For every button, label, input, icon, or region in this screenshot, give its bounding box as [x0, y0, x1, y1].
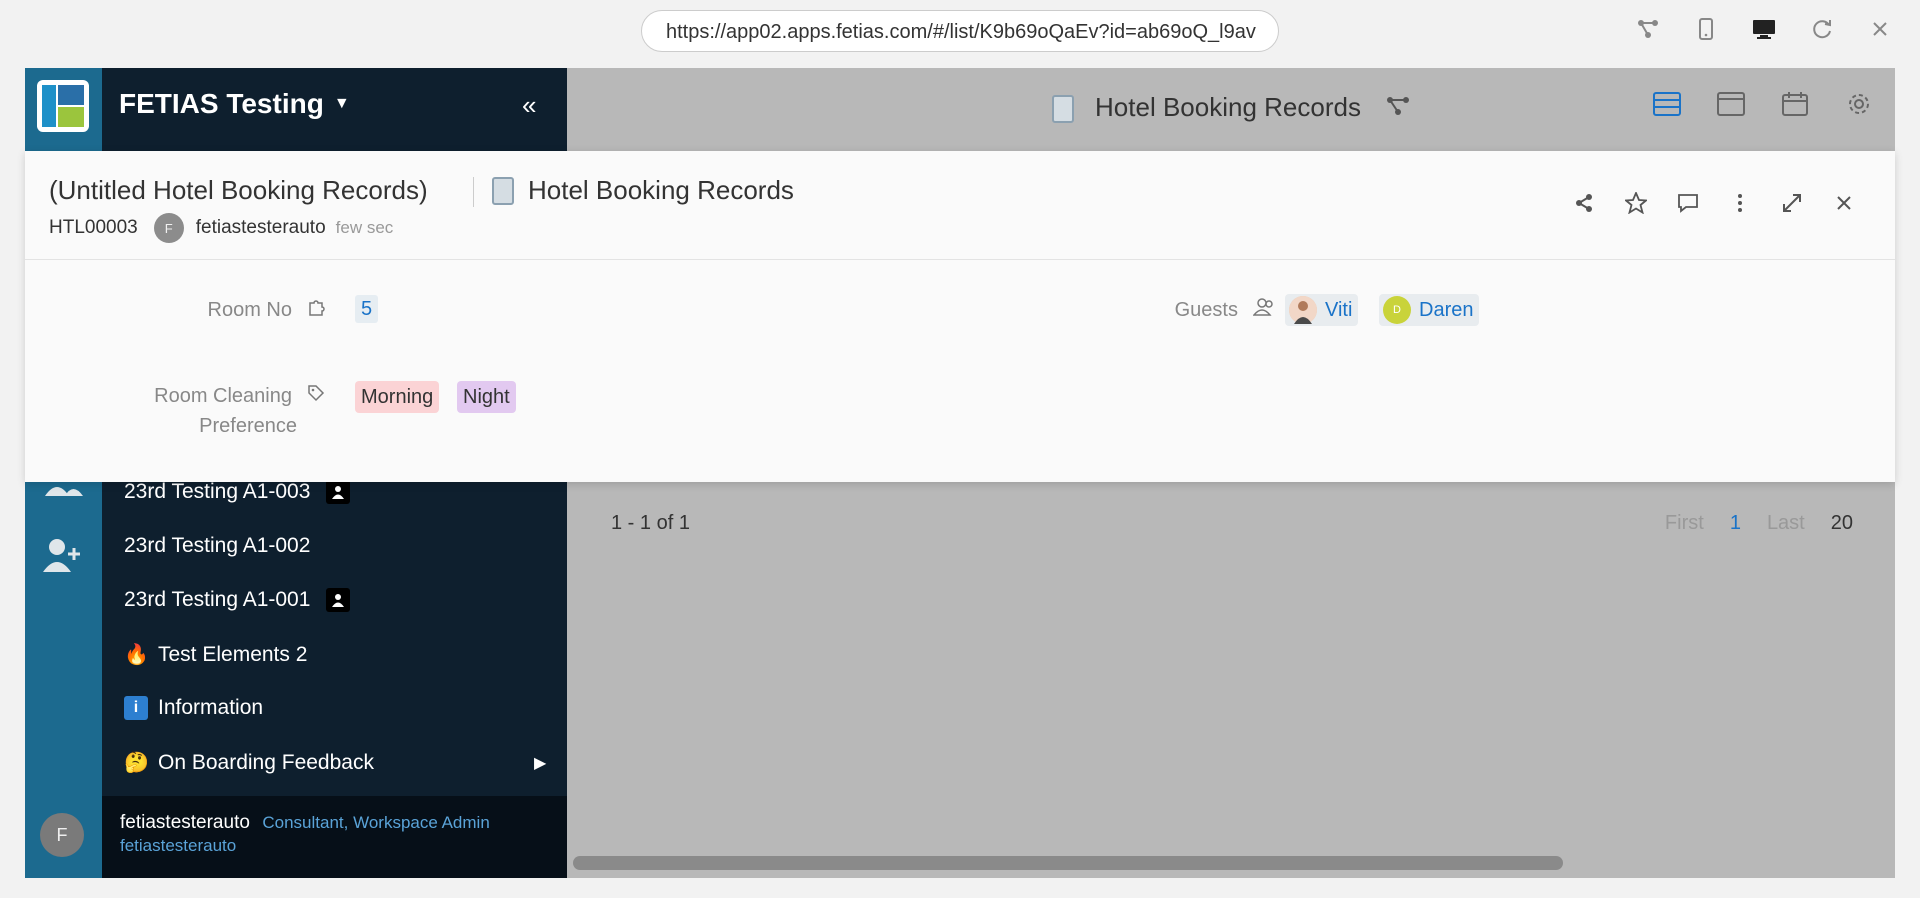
record-id: HTL00003: [49, 217, 138, 238]
guest-avatar: D: [1383, 296, 1411, 324]
guest-chip-daren[interactable]: D Daren: [1379, 294, 1480, 326]
user-role: Consultant, Workspace Admin: [262, 813, 490, 832]
sidebar-item-on-boarding-feedback[interactable]: 🤔 On Boarding Feedback ▶: [124, 750, 554, 775]
mobile-icon[interactable]: [1694, 14, 1718, 44]
desktop-icon[interactable]: [1752, 14, 1776, 44]
collapse-sidebar-icon[interactable]: «: [522, 90, 536, 121]
person-icon: [326, 480, 351, 504]
creator-name: fetiastesterauto: [195, 217, 326, 238]
user-username: fetiastesterauto: [120, 836, 237, 855]
pager-current-page[interactable]: 1: [1730, 512, 1741, 535]
record-modal: (Untitled Hotel Booking Records) Hotel B…: [25, 151, 1895, 482]
sidebar-item-information[interactable]: i Information: [124, 696, 263, 720]
guest-name: Daren: [1419, 298, 1474, 321]
pager-first[interactable]: First: [1665, 512, 1704, 535]
user-group-icon: [1248, 298, 1275, 320]
browser-toolbar: [1636, 14, 1892, 44]
fire-icon: 🔥: [124, 644, 149, 666]
sidebar-item-label: 23rd Testing A1-002: [124, 534, 311, 557]
chevron-down-icon: ▼: [333, 95, 350, 112]
cleaning-label-line2: Preference: [199, 415, 297, 437]
list-view-icon[interactable]: [1653, 92, 1681, 123]
main-header: Hotel Booking Records: [567, 68, 1895, 150]
settings-gear-icon[interactable]: [1845, 92, 1873, 123]
workspace-switcher[interactable]: FETIAS Testing ▼: [119, 88, 350, 120]
refresh-icon[interactable]: [1810, 14, 1834, 44]
puzzle-icon: [302, 300, 325, 320]
share-graph-icon[interactable]: [1636, 14, 1660, 44]
share-icon[interactable]: [1573, 191, 1595, 215]
tag-icon: [302, 385, 325, 406]
sidebar-item-test-elements-2[interactable]: 🔥 Test Elements 2: [124, 642, 307, 667]
guest-avatar-photo: [1289, 296, 1317, 324]
sidebar-item-23rd-testing-a1-002[interactable]: 23rd Testing A1-002: [124, 534, 310, 558]
person-icon: [326, 588, 351, 612]
room-no-value[interactable]: 5: [355, 295, 379, 323]
guest-chip-viti[interactable]: Viti: [1285, 294, 1359, 326]
document-icon: [492, 176, 514, 205]
user-avatar[interactable]: F: [40, 813, 84, 857]
cleaning-label-line1: Room Cleaning: [154, 385, 292, 407]
add-user-icon[interactable]: [43, 538, 83, 580]
sidebar-item-label: 23rd Testing A1-003: [124, 480, 311, 503]
pager-summary: 1 - 1 of 1: [611, 512, 690, 534]
option-chip-night[interactable]: Night: [457, 381, 516, 413]
guest-name: Viti: [1325, 298, 1353, 321]
workflow-icon[interactable]: [1386, 96, 1410, 122]
more-vertical-icon[interactable]: [1729, 191, 1751, 215]
page-title-text: Hotel Booking Records: [1095, 92, 1361, 122]
thinking-face-icon: 🤔: [124, 752, 149, 774]
card-view-icon[interactable]: [1717, 92, 1745, 123]
record-table-name[interactable]: Hotel Booking Records: [492, 175, 794, 206]
title-divider: [473, 177, 474, 207]
view-switcher: [1653, 92, 1873, 123]
room-no-label: Room No: [125, 295, 325, 325]
record-actions: [1573, 191, 1855, 215]
sidebar-item-23rd-testing-a1-001[interactable]: 23rd Testing A1-001: [124, 588, 351, 612]
record-title: (Untitled Hotel Booking Records): [49, 175, 428, 205]
table-name-text: Hotel Booking Records: [528, 175, 794, 205]
guests-label: Guests: [1045, 295, 1275, 325]
workspace-name: FETIAS Testing: [119, 88, 324, 119]
close-icon[interactable]: [1833, 191, 1855, 215]
app-logo[interactable]: [37, 80, 89, 132]
guests-label-text: Guests: [1174, 299, 1238, 321]
star-icon[interactable]: [1625, 191, 1647, 215]
record-header: (Untitled Hotel Booking Records) Hotel B…: [25, 151, 1895, 260]
page-size-select[interactable]: 20: [1831, 512, 1853, 535]
record-meta: HTL00003 F fetiastesterauto few sec: [49, 213, 393, 243]
user-footer[interactable]: fetiastesterauto Consultant, Workspace A…: [102, 796, 567, 878]
sidebar-item-label: 23rd Testing A1-001: [124, 588, 311, 611]
document-icon: [1051, 95, 1074, 124]
info-icon: i: [124, 696, 148, 720]
sidebar-item-label: Test Elements 2: [158, 642, 308, 666]
creator-avatar: F: [153, 213, 184, 243]
sidebar-item-label: Information: [158, 696, 264, 719]
url-bar[interactable]: https://app02.apps.fetias.com/#/list/K9b…: [641, 10, 1279, 52]
sidebar-item-23rd-testing-a1-003[interactable]: 23rd Testing A1-003: [124, 480, 351, 504]
cleaning-preference-label: Room Cleaning Preference: [85, 381, 325, 441]
calendar-icon[interactable]: [1781, 92, 1809, 123]
close-window-icon[interactable]: [1868, 14, 1892, 44]
option-chip-morning[interactable]: Morning: [355, 381, 440, 413]
user-name: fetiastesterauto: [120, 812, 250, 833]
pagination: First 1 Last 20: [1665, 512, 1853, 535]
expand-icon[interactable]: [1781, 191, 1803, 215]
created-time: few sec: [335, 218, 394, 237]
expand-arrow-icon[interactable]: ▶: [534, 753, 546, 773]
horizontal-scrollbar[interactable]: [573, 856, 1563, 870]
room-no-label-text: Room No: [207, 299, 292, 321]
pager-last[interactable]: Last: [1767, 512, 1805, 535]
sidebar-item-label: On Boarding Feedback: [158, 750, 374, 774]
comment-icon[interactable]: [1677, 191, 1699, 215]
